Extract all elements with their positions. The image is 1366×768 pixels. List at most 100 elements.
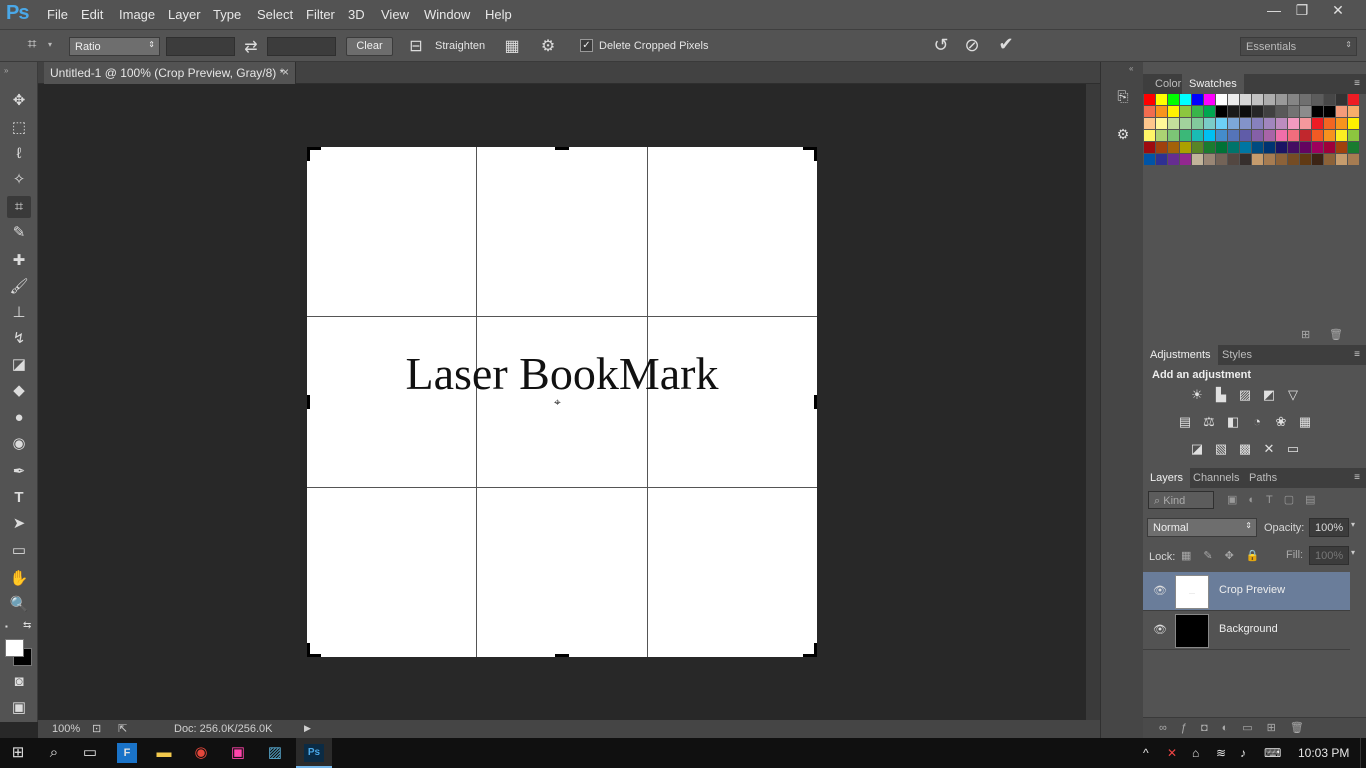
color-swatch[interactable]: [1252, 130, 1263, 141]
color-swatch[interactable]: [1240, 106, 1251, 117]
color-swatch[interactable]: [1228, 154, 1239, 165]
color-swatch[interactable]: [1168, 142, 1179, 153]
app-f-icon[interactable]: F: [117, 743, 137, 763]
crop-handle-right[interactable]: [814, 395, 817, 409]
search-icon[interactable]: ⌕: [44, 743, 64, 763]
color-swatch[interactable]: [1276, 106, 1287, 117]
color-swatch[interactable]: [1228, 130, 1239, 141]
color-swatch[interactable]: [1288, 106, 1299, 117]
magic-wand-tool-icon[interactable]: ✧: [7, 169, 31, 191]
color-swatch[interactable]: [1216, 154, 1227, 165]
quick-mask-icon[interactable]: ◙: [7, 671, 31, 693]
color-swatch[interactable]: [1180, 154, 1191, 165]
hue-saturation-icon[interactable]: ▤: [1175, 413, 1195, 431]
zoom-tool-icon[interactable]: 🔍: [7, 594, 31, 616]
color-swatch[interactable]: [1240, 142, 1251, 153]
crop-handle-bottom-right[interactable]: [814, 643, 817, 657]
document-canvas[interactable]: Laser BookMark ⌖: [307, 147, 817, 657]
color-swatch[interactable]: [1336, 154, 1347, 165]
hand-tool-icon[interactable]: ✋: [7, 568, 31, 590]
history-icon[interactable]: ⎘: [1113, 88, 1133, 108]
color-swatch[interactable]: [1264, 106, 1275, 117]
color-swatch[interactable]: [1192, 94, 1203, 105]
color-swatch[interactable]: [1156, 142, 1167, 153]
color-swatch[interactable]: [1204, 130, 1215, 141]
color-swatch[interactable]: [1288, 154, 1299, 165]
color-swatch[interactable]: [1156, 94, 1167, 105]
color-swatch[interactable]: [1204, 94, 1215, 105]
selective-color-icon[interactable]: ✕: [1259, 440, 1279, 458]
color-swatch[interactable]: [1252, 154, 1263, 165]
overlay-grid-icon[interactable]: ▦: [501, 36, 523, 56]
color-swatch[interactable]: [1348, 130, 1359, 141]
color-swatch[interactable]: [1276, 142, 1287, 153]
photo-filter-icon[interactable]: ◔: [1247, 413, 1267, 431]
color-swatch[interactable]: [1336, 130, 1347, 141]
swap-colors-icon[interactable]: ⇆: [23, 620, 31, 631]
color-swatch[interactable]: [1156, 106, 1167, 117]
color-swatch[interactable]: [1312, 154, 1323, 165]
color-swatch[interactable]: [1216, 94, 1227, 105]
fill-input[interactable]: 100%: [1309, 546, 1349, 565]
ratio-width-input[interactable]: [166, 37, 235, 56]
close-button[interactable]: ✕: [1320, 0, 1356, 20]
color-swatch[interactable]: [1300, 142, 1311, 153]
color-swatch[interactable]: [1348, 154, 1359, 165]
pen-tool-icon[interactable]: ✒: [7, 461, 31, 483]
color-swatch[interactable]: [1300, 118, 1311, 129]
photoshop-taskbar-button[interactable]: Ps: [296, 738, 332, 768]
color-swatch[interactable]: [1276, 130, 1287, 141]
tab-swatches[interactable]: Swatches: [1182, 74, 1244, 94]
crop-handle-left[interactable]: [307, 395, 310, 409]
panel-menu-icon[interactable]: ≡: [1354, 472, 1360, 483]
color-swatch[interactable]: [1348, 94, 1359, 105]
color-swatch[interactable]: [1204, 154, 1215, 165]
blur-tool-icon[interactable]: ●: [7, 407, 31, 429]
panel-menu-icon[interactable]: ≡: [1354, 349, 1360, 360]
tab-adjustments[interactable]: Adjustments: [1143, 345, 1218, 365]
tab-layers[interactable]: Layers: [1143, 468, 1191, 488]
color-swatch[interactable]: [1240, 94, 1251, 105]
color-swatch[interactable]: [1264, 154, 1275, 165]
tray-chevron-icon[interactable]: ^: [1143, 746, 1149, 760]
layer-footer-icons[interactable]: ∞ƒ◘◐▭⊞🗑: [1143, 717, 1366, 738]
color-swatch[interactable]: [1348, 142, 1359, 153]
crop-handle-bottom[interactable]: [555, 654, 569, 657]
color-swatch[interactable]: [1312, 142, 1323, 153]
clock[interactable]: 10:03 PM: [1298, 746, 1349, 760]
color-swatch[interactable]: [1324, 118, 1335, 129]
chevron-down-icon[interactable]: ▾: [1351, 520, 1355, 529]
tab-channels[interactable]: Channels: [1186, 468, 1246, 488]
blend-mode-select[interactable]: Normal ⇕: [1147, 518, 1257, 537]
clear-button[interactable]: Clear: [346, 37, 393, 56]
lock-icons[interactable]: ▦✎✥🔒: [1181, 549, 1272, 562]
color-swatch[interactable]: [1312, 130, 1323, 141]
curves-icon[interactable]: ▨: [1235, 386, 1255, 404]
document-tab[interactable]: Untitled-1 @ 100% (Crop Preview, Gray/8)…: [44, 62, 296, 84]
close-tab-icon[interactable]: ×: [282, 65, 289, 79]
tray-app-icon[interactable]: ✕: [1167, 746, 1177, 760]
color-swatch[interactable]: [1192, 118, 1203, 129]
straighten-icon[interactable]: ⊟: [405, 36, 427, 56]
color-swatch[interactable]: [1336, 106, 1347, 117]
healing-tool-icon[interactable]: ✚: [7, 250, 31, 272]
color-swatch[interactable]: [1180, 142, 1191, 153]
keyboard-icon[interactable]: ⌨: [1264, 746, 1281, 760]
workspace-select[interactable]: Essentials ⇕: [1240, 37, 1357, 56]
color-swatch[interactable]: [1216, 142, 1227, 153]
color-swatch[interactable]: [1300, 154, 1311, 165]
invert-icon[interactable]: ◪: [1187, 440, 1207, 458]
color-swatch[interactable]: [1216, 130, 1227, 141]
color-swatch[interactable]: [1144, 106, 1155, 117]
color-swatch[interactable]: [1192, 154, 1203, 165]
color-swatch[interactable]: [1348, 118, 1359, 129]
crop-handle-bottom-left[interactable]: [307, 643, 310, 657]
posterize-icon[interactable]: ▧: [1211, 440, 1231, 458]
color-swatch[interactable]: [1288, 130, 1299, 141]
status-menu-arrow-icon[interactable]: ▶: [304, 723, 311, 734]
gradient-map-icon[interactable]: ▭: [1283, 440, 1303, 458]
color-swatch[interactable]: [1300, 130, 1311, 141]
panel-menu-icon[interactable]: ≡: [1354, 78, 1360, 89]
marquee-tool-icon[interactable]: ⬚: [7, 117, 31, 139]
color-swatch[interactable]: [1216, 106, 1227, 117]
